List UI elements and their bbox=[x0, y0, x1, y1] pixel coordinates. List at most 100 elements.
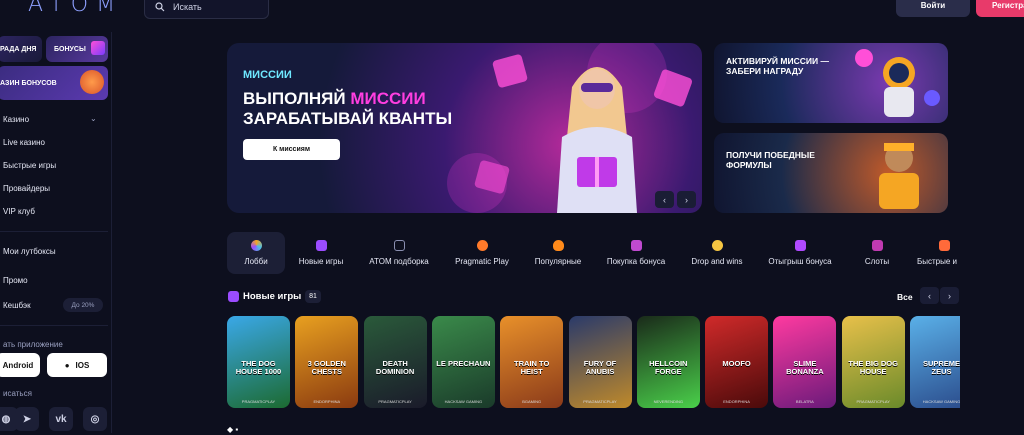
hero-title-part1: ВЫПОЛНЯЙ bbox=[243, 89, 351, 108]
game-card[interactable]: THE BIG DOG HOUSE PRAGMATICPLAY bbox=[841, 316, 905, 408]
register-button[interactable]: Регистрация bbox=[976, 0, 1024, 17]
ios-button[interactable]: ● IOS bbox=[47, 353, 107, 377]
bonuses-card[interactable]: БОНУСЫ bbox=[46, 36, 108, 62]
tab-label: Покупка бонуса bbox=[606, 257, 666, 266]
tab-drop-and-wins[interactable]: Drop and wins bbox=[689, 232, 745, 274]
game-title: DEATH DOMINION bbox=[375, 359, 415, 376]
sidebar: РАДА ДНЯ БОНУСЫ АЗИН БОНУСОВ Казино ⌄ Li… bbox=[0, 32, 112, 433]
game-title: LE PRECHAUN bbox=[436, 359, 491, 368]
download-app-title: ать приложение bbox=[3, 340, 63, 349]
game-provider: ENDORPHINA bbox=[723, 399, 750, 404]
missions-promo-card[interactable]: АКТИВИРУЙ МИССИИ — ЗАБЕРИ НАГРАДУ bbox=[714, 43, 948, 123]
tab-label: Pragmatic Play bbox=[455, 257, 509, 266]
new-games-count: 81 bbox=[305, 290, 321, 303]
instagram-icon[interactable]: ◎ bbox=[83, 407, 107, 431]
game-title: SUPREME ZEUS bbox=[922, 359, 960, 376]
tab-label: Отыгрыш бонуса bbox=[768, 257, 832, 266]
tab-pragmatic-play[interactable]: Pragmatic Play bbox=[452, 232, 512, 274]
games-prev-button[interactable]: ‹ bbox=[920, 287, 939, 304]
missions-button[interactable]: К миссиям bbox=[243, 139, 340, 160]
tab-slots[interactable]: Слоты bbox=[857, 232, 897, 274]
tab-lobby[interactable]: Лобби bbox=[227, 232, 285, 274]
game-card[interactable]: 3 GOLDEN CHESTS ENDORPHINA bbox=[295, 316, 359, 408]
game-title: THE BIG DOG HOUSE bbox=[848, 359, 898, 376]
rocket-icon bbox=[939, 240, 950, 251]
game-provider: BGAMING bbox=[522, 399, 542, 404]
sidebar-item-providers[interactable]: Провайдеры bbox=[3, 184, 50, 193]
hero-next-button[interactable]: › bbox=[677, 191, 696, 208]
tab-new-games[interactable]: Новые игры bbox=[295, 232, 347, 274]
collection-icon bbox=[393, 240, 405, 251]
sidebar-item-cashback[interactable]: Кешбэк bbox=[3, 301, 31, 310]
new-games-title: Новые игры bbox=[243, 291, 302, 302]
next-section-title: ◆ ▪ bbox=[227, 425, 239, 434]
sidebar-item-live-casino[interactable]: Live казино bbox=[3, 138, 45, 147]
tab-label: Лобби bbox=[244, 257, 268, 266]
game-card[interactable]: LE PRECHAUN HACKSAW GAMING bbox=[431, 316, 495, 408]
sidebar-item-vip-club[interactable]: VIP клуб bbox=[3, 207, 35, 216]
sidebar-item-promo[interactable]: Промо bbox=[3, 276, 28, 285]
game-card[interactable]: SUPREME ZEUS HACKSAW GAMING bbox=[910, 316, 960, 408]
tab-atom-collection[interactable]: ATOM подборка bbox=[367, 232, 431, 274]
chevron-right-icon: › bbox=[948, 290, 951, 301]
tab-buy-bonus[interactable]: Покупка бонуса bbox=[603, 232, 669, 274]
chevron-down-icon[interactable]: ⌄ bbox=[90, 114, 97, 123]
search-placeholder: Искать bbox=[173, 1, 202, 12]
tab-popular[interactable]: Популярные bbox=[532, 232, 584, 274]
sidebar-item-casino[interactable]: Казино bbox=[3, 115, 29, 124]
hero-tag: МИССИИ bbox=[243, 69, 292, 81]
pragmatic-icon bbox=[476, 240, 488, 251]
telegram-icon[interactable]: ➤ bbox=[15, 407, 39, 431]
tab-fast-games[interactable]: Быстрые и bbox=[917, 232, 960, 274]
site-logo[interactable]: ATOM bbox=[28, 0, 123, 17]
category-tabs: Лобби Новые игры ATOM подборка Pragmatic… bbox=[227, 232, 960, 274]
android-button[interactable]: Android bbox=[0, 353, 40, 377]
daily-reward-card[interactable]: РАДА ДНЯ bbox=[0, 36, 42, 62]
game-provider: PRAGMATICPLAY bbox=[856, 399, 890, 404]
hero-character-image bbox=[557, 67, 637, 213]
chevron-left-icon: ‹ bbox=[663, 194, 666, 205]
character-image bbox=[879, 143, 919, 209]
login-button[interactable]: Войти bbox=[896, 0, 970, 17]
game-card[interactable]: SLIME BONANZA BELATRA bbox=[773, 316, 837, 408]
hero-banner[interactable]: МИССИИ ВЫПОЛНЯЙ МИССИИ ЗАРАБАТЫВАЙ КВАНТ… bbox=[227, 43, 702, 213]
game-card[interactable]: DEATH DOMINION PRAGMATICPLAY bbox=[363, 316, 427, 408]
sidebar-item-fast-games[interactable]: Быстрые игры bbox=[3, 161, 56, 170]
vk-icon[interactable]: vk bbox=[49, 407, 73, 431]
tab-bonus-wagering[interactable]: Отыгрыш бонуса bbox=[765, 232, 835, 274]
game-title: SLIME BONANZA bbox=[786, 359, 824, 376]
subscribe-title: исаться bbox=[3, 389, 32, 398]
daily-reward-label: РАДА ДНЯ bbox=[0, 45, 37, 53]
chevron-left-icon: ‹ bbox=[928, 290, 931, 301]
new-games-icon bbox=[228, 291, 239, 302]
bonus-shop-card[interactable]: АЗИН БОНУСОВ bbox=[0, 66, 108, 100]
apple-icon: ● bbox=[64, 360, 70, 370]
game-title: FURY OF ANUBIS bbox=[583, 359, 617, 376]
chevron-right-icon: › bbox=[685, 194, 688, 205]
tab-label: ATOM подборка bbox=[369, 257, 429, 266]
game-provider: HACKSAW GAMING bbox=[444, 399, 483, 404]
game-card[interactable]: MOOFO ENDORPHINA bbox=[705, 316, 769, 408]
game-card[interactable]: THE DOG HOUSE 1000 PRAGMATICPLAY bbox=[227, 316, 290, 408]
hero-title-line2: ЗАРАБАТЫВАЙ КВАНТЫ bbox=[243, 109, 453, 128]
game-title: TRAIN TO HEIST bbox=[514, 359, 550, 376]
game-card[interactable]: HELLCOIN FORGE NEVERENDING bbox=[636, 316, 700, 408]
ios-label: IOS bbox=[75, 360, 90, 370]
view-all-link[interactable]: Все bbox=[897, 292, 913, 302]
game-card[interactable]: FURY OF ANUBIS PRAGMATICPLAY bbox=[568, 316, 632, 408]
game-provider: NEVERENDING bbox=[653, 399, 683, 404]
hero-title-line1: ВЫПОЛНЯЙ МИССИИ bbox=[243, 89, 426, 109]
game-provider: HACKSAW GAMING bbox=[922, 399, 960, 404]
games-next-button[interactable]: › bbox=[940, 287, 959, 304]
search-input[interactable]: Искать bbox=[144, 0, 269, 19]
bonuses-label: БОНУСЫ bbox=[54, 45, 86, 53]
formulas-promo-card[interactable]: ПОЛУЧИ ПОБЕДНЫЕ ФОРМУЛЫ bbox=[714, 133, 948, 213]
hero-prev-button[interactable]: ‹ bbox=[655, 191, 674, 208]
game-title: HELLCOIN FORGE bbox=[649, 359, 688, 376]
game-title: THE DOG HOUSE 1000 bbox=[235, 359, 282, 376]
game-card[interactable]: TRAIN TO HEIST BGAMING bbox=[500, 316, 564, 408]
buy-bonus-icon bbox=[630, 240, 642, 251]
sidebar-item-lootboxes[interactable]: Мои лутбоксы bbox=[3, 247, 56, 256]
game-title: MOOFO bbox=[722, 359, 751, 368]
games-carousel: THE DOG HOUSE 1000 PRAGMATICPLAY 3 GOLDEN … bbox=[227, 316, 960, 408]
